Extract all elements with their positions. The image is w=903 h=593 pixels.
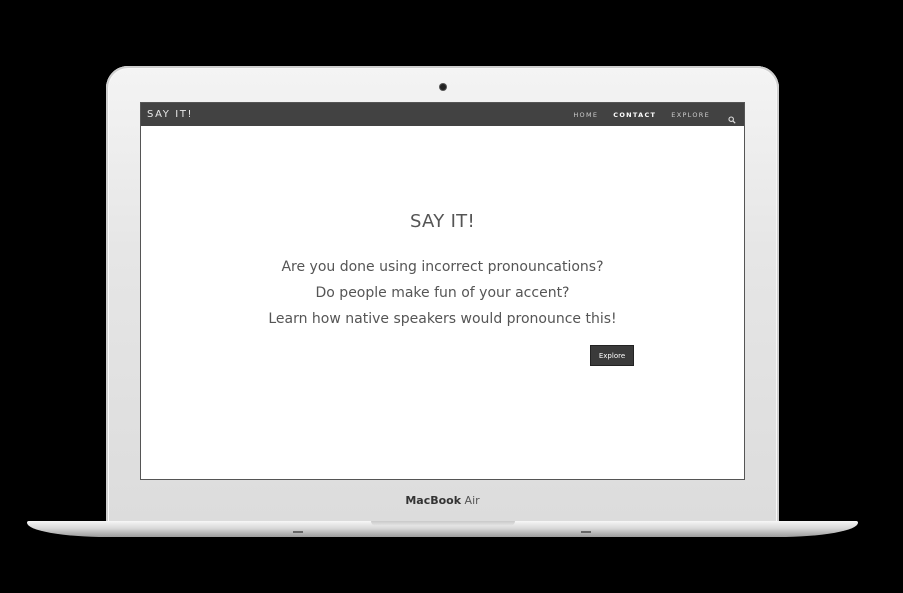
laptop-screen: SAY IT! HOME CONTACT EXPLORE SAY IT! Are… [140, 102, 745, 480]
nav-link-contact[interactable]: CONTACT [613, 111, 656, 119]
hero-line-3: Learn how native speakers would pronounc… [268, 311, 617, 327]
hero-line-2: Do people make fun of your accent? [315, 285, 570, 301]
screenshot-stage: SAY IT! HOME CONTACT EXPLORE SAY IT! Are… [0, 0, 903, 593]
nav-link-explore[interactable]: EXPLORE [671, 111, 710, 119]
laptop-foot-left [293, 531, 303, 533]
hero-section: SAY IT! Are you done using incorrect pro… [141, 126, 744, 479]
laptop-notch [371, 521, 515, 526]
search-icon[interactable] [728, 111, 736, 124]
explore-button[interactable]: Explore [590, 345, 634, 366]
device-model-label: MacBook Air [0, 494, 885, 507]
model-name-light: Air [464, 494, 480, 507]
brand-logo[interactable]: SAY IT! [147, 109, 193, 120]
hero-title: SAY IT! [409, 211, 475, 232]
camera-icon [440, 84, 446, 90]
nav-link-home[interactable]: HOME [573, 111, 598, 119]
laptop-foot-right [581, 531, 591, 533]
navbar: SAY IT! HOME CONTACT EXPLORE [141, 103, 744, 126]
hero-line-1: Are you done using incorrect pronouncati… [281, 259, 604, 275]
nav-menu: HOME CONTACT EXPLORE [573, 111, 736, 124]
model-name-bold: MacBook [405, 494, 462, 507]
